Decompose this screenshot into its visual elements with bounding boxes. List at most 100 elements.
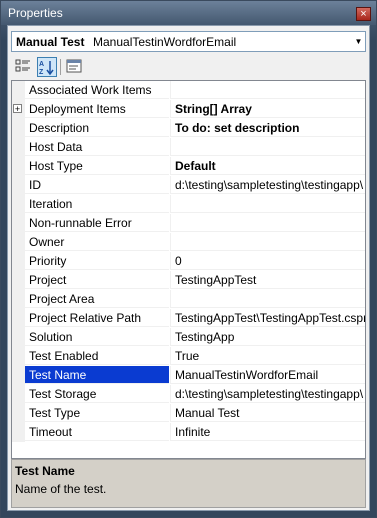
property-row[interactable]: Iteration [12,195,365,214]
property-value[interactable] [170,233,365,251]
property-name[interactable]: Host Data [25,138,169,156]
row-gutter [12,252,25,271]
property-name[interactable]: Non-runnable Error [25,214,169,232]
property-pages-icon [66,59,82,73]
property-name[interactable]: Test Storage [25,385,169,403]
property-value[interactable]: TestingAppTest [170,271,365,289]
properties-window: Properties × Manual Test ManualTestinWor… [0,0,377,518]
row-gutter [12,157,25,176]
property-row[interactable]: Project Area [12,290,365,309]
object-selector-dropdown[interactable]: Manual Test ManualTestinWordforEmail ▼ [11,31,366,52]
alphabetical-button[interactable]: A Z [37,57,57,77]
property-value[interactable] [170,214,365,232]
row-gutter [12,271,25,290]
property-value[interactable]: Default [170,157,365,175]
property-name[interactable]: Deployment Items [25,100,169,118]
categorized-button[interactable] [14,57,34,77]
property-value[interactable]: d:\testing\sampletesting\testingapp\ [170,385,365,403]
property-value[interactable]: TestingAppTest\TestingAppTest.cspr [170,309,365,327]
property-value[interactable]: d:\testing\sampletesting\testingapp\ [170,176,365,194]
expand-icon[interactable]: + [13,104,22,114]
row-gutter [12,138,25,157]
property-pages-button[interactable] [65,57,85,77]
property-row[interactable]: Host Data [12,138,365,157]
chevron-down-icon[interactable]: ▼ [354,36,363,47]
property-name[interactable]: Test Name [25,366,169,384]
property-name[interactable]: Project Area [25,290,169,308]
property-value[interactable]: Manual Test [170,404,365,422]
row-gutter [12,290,25,309]
property-grid: Associated Work Items + Deployment Items St… [11,80,366,459]
property-row[interactable]: Owner [12,233,365,252]
property-name[interactable]: Description [25,119,169,137]
property-row[interactable]: Non-runnable Error [12,214,365,233]
row-gutter [12,195,25,214]
property-name[interactable]: Timeout [25,423,169,441]
property-value[interactable]: Infinite [170,423,365,441]
row-gutter [12,309,25,328]
property-name[interactable]: Test Enabled [25,347,169,365]
property-name[interactable]: Project Relative Path [25,309,169,327]
property-name[interactable]: Solution [25,328,169,346]
row-gutter [12,404,25,423]
property-name[interactable]: Project [25,271,169,289]
row-gutter [12,176,25,195]
row-gutter [12,347,25,366]
property-row[interactable]: Solution TestingApp [12,328,365,347]
window-title: Properties [8,6,63,20]
toolbar-separator [60,59,61,75]
alphabetical-icon: A Z [39,61,54,76]
property-name[interactable]: Iteration [25,195,169,213]
property-value[interactable]: String[] Array [170,100,365,118]
row-gutter: + [12,100,25,119]
property-value[interactable] [170,138,365,156]
row-gutter [12,233,25,252]
row-gutter [12,81,25,100]
property-row[interactable]: Host Type Default [12,157,365,176]
description-text: Name of the test. [15,482,107,496]
title-bar[interactable]: Properties × [1,1,376,25]
property-value[interactable]: TestingApp [170,328,365,346]
row-gutter [12,366,25,385]
property-name[interactable]: ID [25,176,169,194]
row-gutter [12,328,25,347]
property-name[interactable]: Test Type [25,404,169,422]
property-name[interactable]: Owner [25,233,169,251]
row-gutter [12,423,25,442]
property-value[interactable]: 0 [170,252,365,270]
property-row[interactable]: + Deployment Items String[] Array [12,100,365,119]
close-button[interactable]: × [356,7,371,21]
property-row[interactable]: Associated Work Items [12,81,365,100]
svg-text:Z: Z [39,69,44,76]
property-value[interactable] [170,195,365,213]
object-name: Manual Test [16,35,85,49]
property-value[interactable]: ManualTestinWordforEmail [170,366,365,384]
property-row[interactable]: Priority 0 [12,252,365,271]
property-row[interactable]: Description To do: set description [12,119,365,138]
categorized-icon [15,59,30,72]
property-value[interactable]: True [170,347,365,365]
object-type: ManualTestinWordforEmail [93,35,237,49]
property-value[interactable] [170,290,365,308]
property-value[interactable]: To do: set description [170,119,365,137]
properties-panel: Manual Test ManualTestinWordforEmail ▼ A… [7,25,370,511]
property-row[interactable]: Test Type Manual Test [12,404,365,423]
property-row[interactable]: Project TestingAppTest [12,271,365,290]
property-row[interactable]: Timeout Infinite [12,423,365,442]
property-row[interactable]: Test Enabled True [12,347,365,366]
svg-text:A: A [39,61,44,68]
property-row[interactable]: Test Storage d:\testing\sampletesting\tes… [12,385,365,404]
property-value[interactable] [170,81,365,99]
property-name[interactable]: Priority [25,252,169,270]
description-title: Test Name [15,464,75,478]
properties-toolbar: A Z [11,56,366,79]
row-gutter [12,214,25,233]
property-name[interactable]: Host Type [25,157,169,175]
property-row[interactable]: Test Name ManualTestinWordforEmail [12,366,365,385]
description-pane: Test Name Name of the test. [11,459,366,508]
property-name[interactable]: Associated Work Items [25,81,169,99]
property-row[interactable]: ID d:\testing\sampletesting\testingapp\ [12,176,365,195]
row-gutter [12,385,25,404]
row-gutter [12,119,25,138]
property-row[interactable]: Project Relative Path TestingAppTest\Test… [12,309,365,328]
